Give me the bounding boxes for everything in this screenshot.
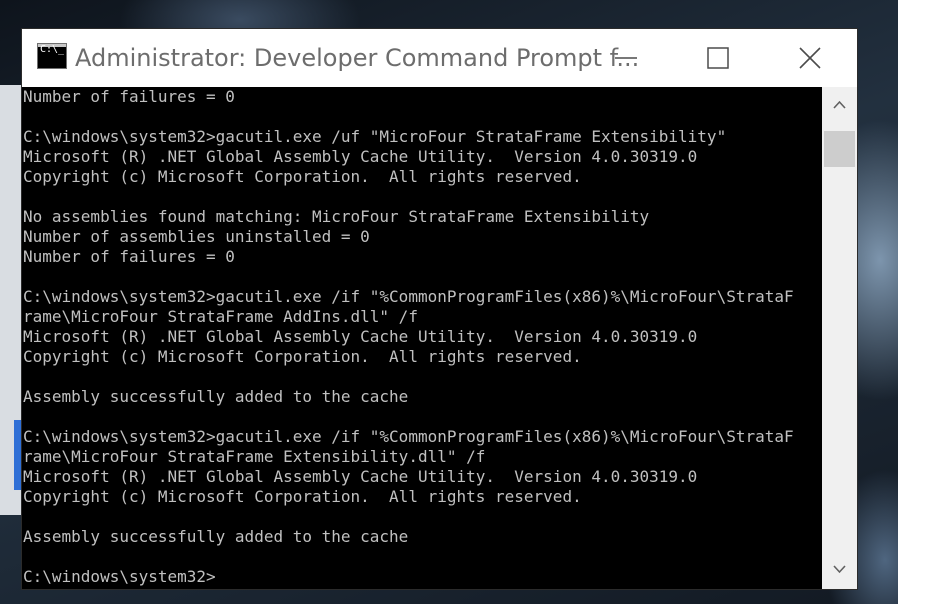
chevron-down-icon bbox=[833, 565, 846, 574]
console-output[interactable]: Number of failures = 0 C:\windows\system… bbox=[22, 87, 822, 589]
console-line: C:\windows\system32>gacutil.exe /if "%Co… bbox=[23, 287, 794, 306]
close-icon bbox=[799, 47, 821, 69]
icon-glyph: C:\_ bbox=[40, 44, 65, 55]
console-line: C:\windows\system32> bbox=[23, 567, 216, 586]
console-line: rame\MicroFour StrataFrame Extensibility… bbox=[23, 447, 486, 466]
vertical-scrollbar[interactable] bbox=[822, 87, 857, 589]
desktop-edge bbox=[898, 0, 925, 604]
maximize-icon bbox=[707, 47, 729, 69]
command-prompt-icon[interactable]: C:\_ bbox=[37, 43, 67, 69]
maximize-button[interactable] bbox=[672, 29, 764, 87]
scrollbar-thumb[interactable] bbox=[824, 131, 855, 167]
console-line: Assembly successfully added to the cache bbox=[23, 387, 409, 406]
command-prompt-window[interactable]: C:\_ Administrator: Developer Command Pr… bbox=[21, 28, 858, 590]
scroll-up-button[interactable] bbox=[822, 87, 857, 125]
console-line: Copyright (c) Microsoft Corporation. All… bbox=[23, 347, 582, 366]
console-line: Number of failures = 0 bbox=[23, 247, 235, 266]
console-line: Copyright (c) Microsoft Corporation. All… bbox=[23, 167, 582, 186]
console-line: rame\MicroFour StrataFrame AddIns.dll" /… bbox=[23, 307, 418, 326]
console-line: Number of assemblies uninstalled = 0 bbox=[23, 227, 370, 246]
console-line: Microsoft (R) .NET Global Assembly Cache… bbox=[23, 147, 698, 166]
close-button[interactable] bbox=[764, 29, 856, 87]
window-title: Administrator: Developer Command Prompt … bbox=[75, 44, 640, 72]
minimize-button[interactable] bbox=[580, 29, 672, 87]
console-line: No assemblies found matching: MicroFour … bbox=[23, 207, 650, 226]
console-line: C:\windows\system32>gacutil.exe /uf "Mic… bbox=[23, 127, 727, 146]
scroll-down-button[interactable] bbox=[822, 551, 857, 589]
chevron-up-icon bbox=[833, 100, 846, 109]
console-text[interactable]: Number of failures = 0 C:\windows\system… bbox=[22, 87, 794, 587]
console-line: C:\windows\system32>gacutil.exe /if "%Co… bbox=[23, 427, 794, 446]
console-line: Microsoft (R) .NET Global Assembly Cache… bbox=[23, 327, 698, 346]
console-line: Assembly successfully added to the cache bbox=[23, 527, 409, 546]
console-line: Copyright (c) Microsoft Corporation. All… bbox=[23, 487, 582, 506]
console-line: Number of failures = 0 bbox=[23, 87, 235, 106]
console-line: Microsoft (R) .NET Global Assembly Cache… bbox=[23, 467, 698, 486]
title-bar[interactable]: C:\_ Administrator: Developer Command Pr… bbox=[22, 29, 857, 87]
minimize-icon bbox=[615, 57, 637, 59]
